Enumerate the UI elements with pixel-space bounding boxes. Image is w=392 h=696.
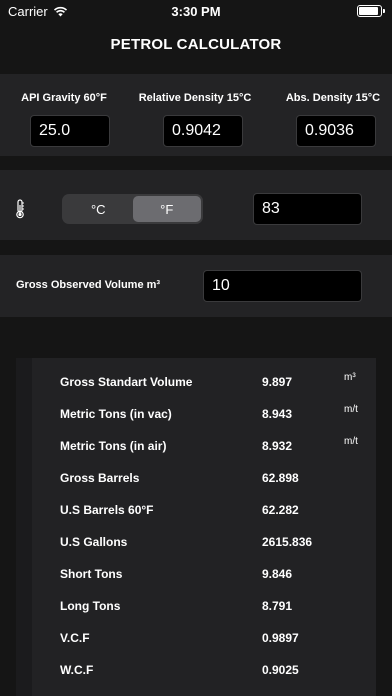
result-unit: m/t: [344, 404, 358, 415]
result-row: Metric Tons (in air) 8.932 m/t: [16, 436, 376, 456]
volume-panel: Gross Observed Volume m³: [0, 255, 392, 317]
result-label: Metric Tons (in vac): [60, 407, 172, 421]
relative-density-label: Relative Density 15°C: [138, 92, 252, 104]
result-label: Gross Barrels: [60, 471, 140, 485]
result-value: 8.932: [262, 439, 293, 453]
celsius-option[interactable]: °C: [64, 196, 133, 222]
result-value: 8.791: [262, 599, 293, 613]
fahrenheit-option[interactable]: °F: [132, 196, 201, 222]
abs-density-label: Abs. Density 15°C: [285, 92, 381, 104]
result-value: 0.9025: [262, 663, 299, 677]
abs-density-input[interactable]: [296, 115, 376, 147]
result-label: U.S Gallons: [60, 535, 128, 549]
result-value: 62.898: [262, 471, 299, 485]
result-label: Long Tons: [60, 599, 121, 613]
result-row: W.C.F 0.9025: [16, 660, 376, 680]
status-time: 3:30 PM: [171, 4, 221, 19]
result-value: 9.846: [262, 567, 293, 581]
result-label: Gross Standart Volume: [60, 375, 193, 389]
result-value: 0.9897: [262, 631, 299, 645]
result-value: 62.282: [262, 503, 299, 517]
result-row: Short Tons 9.846: [16, 564, 376, 584]
result-row: Gross Barrels 62.898: [16, 468, 376, 488]
result-label: U.S Barrels 60°F: [60, 503, 154, 517]
api-gravity-input[interactable]: [30, 115, 110, 147]
api-gravity-label: API Gravity 60°F: [21, 92, 107, 104]
results-panel: Gross Standart Volume 9.897 m³ Metric To…: [16, 358, 376, 696]
result-unit: m³: [344, 372, 356, 383]
result-row: Metric Tons (in vac) 8.943 m/t: [16, 404, 376, 424]
result-value: 8.943: [262, 407, 293, 421]
result-value: 9.897: [262, 375, 293, 389]
battery-icon: [357, 5, 385, 17]
result-row: Gross Standart Volume 9.897 m³: [16, 372, 376, 392]
result-unit: m/t: [344, 436, 358, 447]
result-label: Short Tons: [60, 567, 123, 581]
result-row: Long Tons 8.791: [16, 596, 376, 616]
result-label: W.C.F: [60, 663, 94, 677]
result-row: U.S Gallons 2615.836: [16, 532, 376, 552]
gross-observed-volume-label: Gross Observed Volume m³: [16, 279, 161, 291]
result-label: V.C.F: [60, 631, 90, 645]
temperature-unit-toggle[interactable]: °C °F: [62, 194, 203, 224]
status-bar: Carrier 3:30 PM: [0, 0, 392, 22]
result-label: Metric Tons (in air): [60, 439, 167, 453]
gross-observed-volume-input[interactable]: [203, 270, 362, 302]
result-row: U.S Barrels 60°F 62.282: [16, 500, 376, 520]
result-row: V.C.F 0.9897: [16, 628, 376, 648]
thermometer-icon: [16, 199, 24, 219]
temperature-panel: °C °F: [0, 170, 392, 240]
relative-density-input[interactable]: [163, 115, 243, 147]
temperature-input[interactable]: [253, 193, 362, 225]
page-title: PETROL CALCULATOR: [110, 36, 282, 53]
density-panel: API Gravity 60°F Relative Density 15°C A…: [0, 74, 392, 156]
result-value: 2615.836: [262, 535, 313, 549]
